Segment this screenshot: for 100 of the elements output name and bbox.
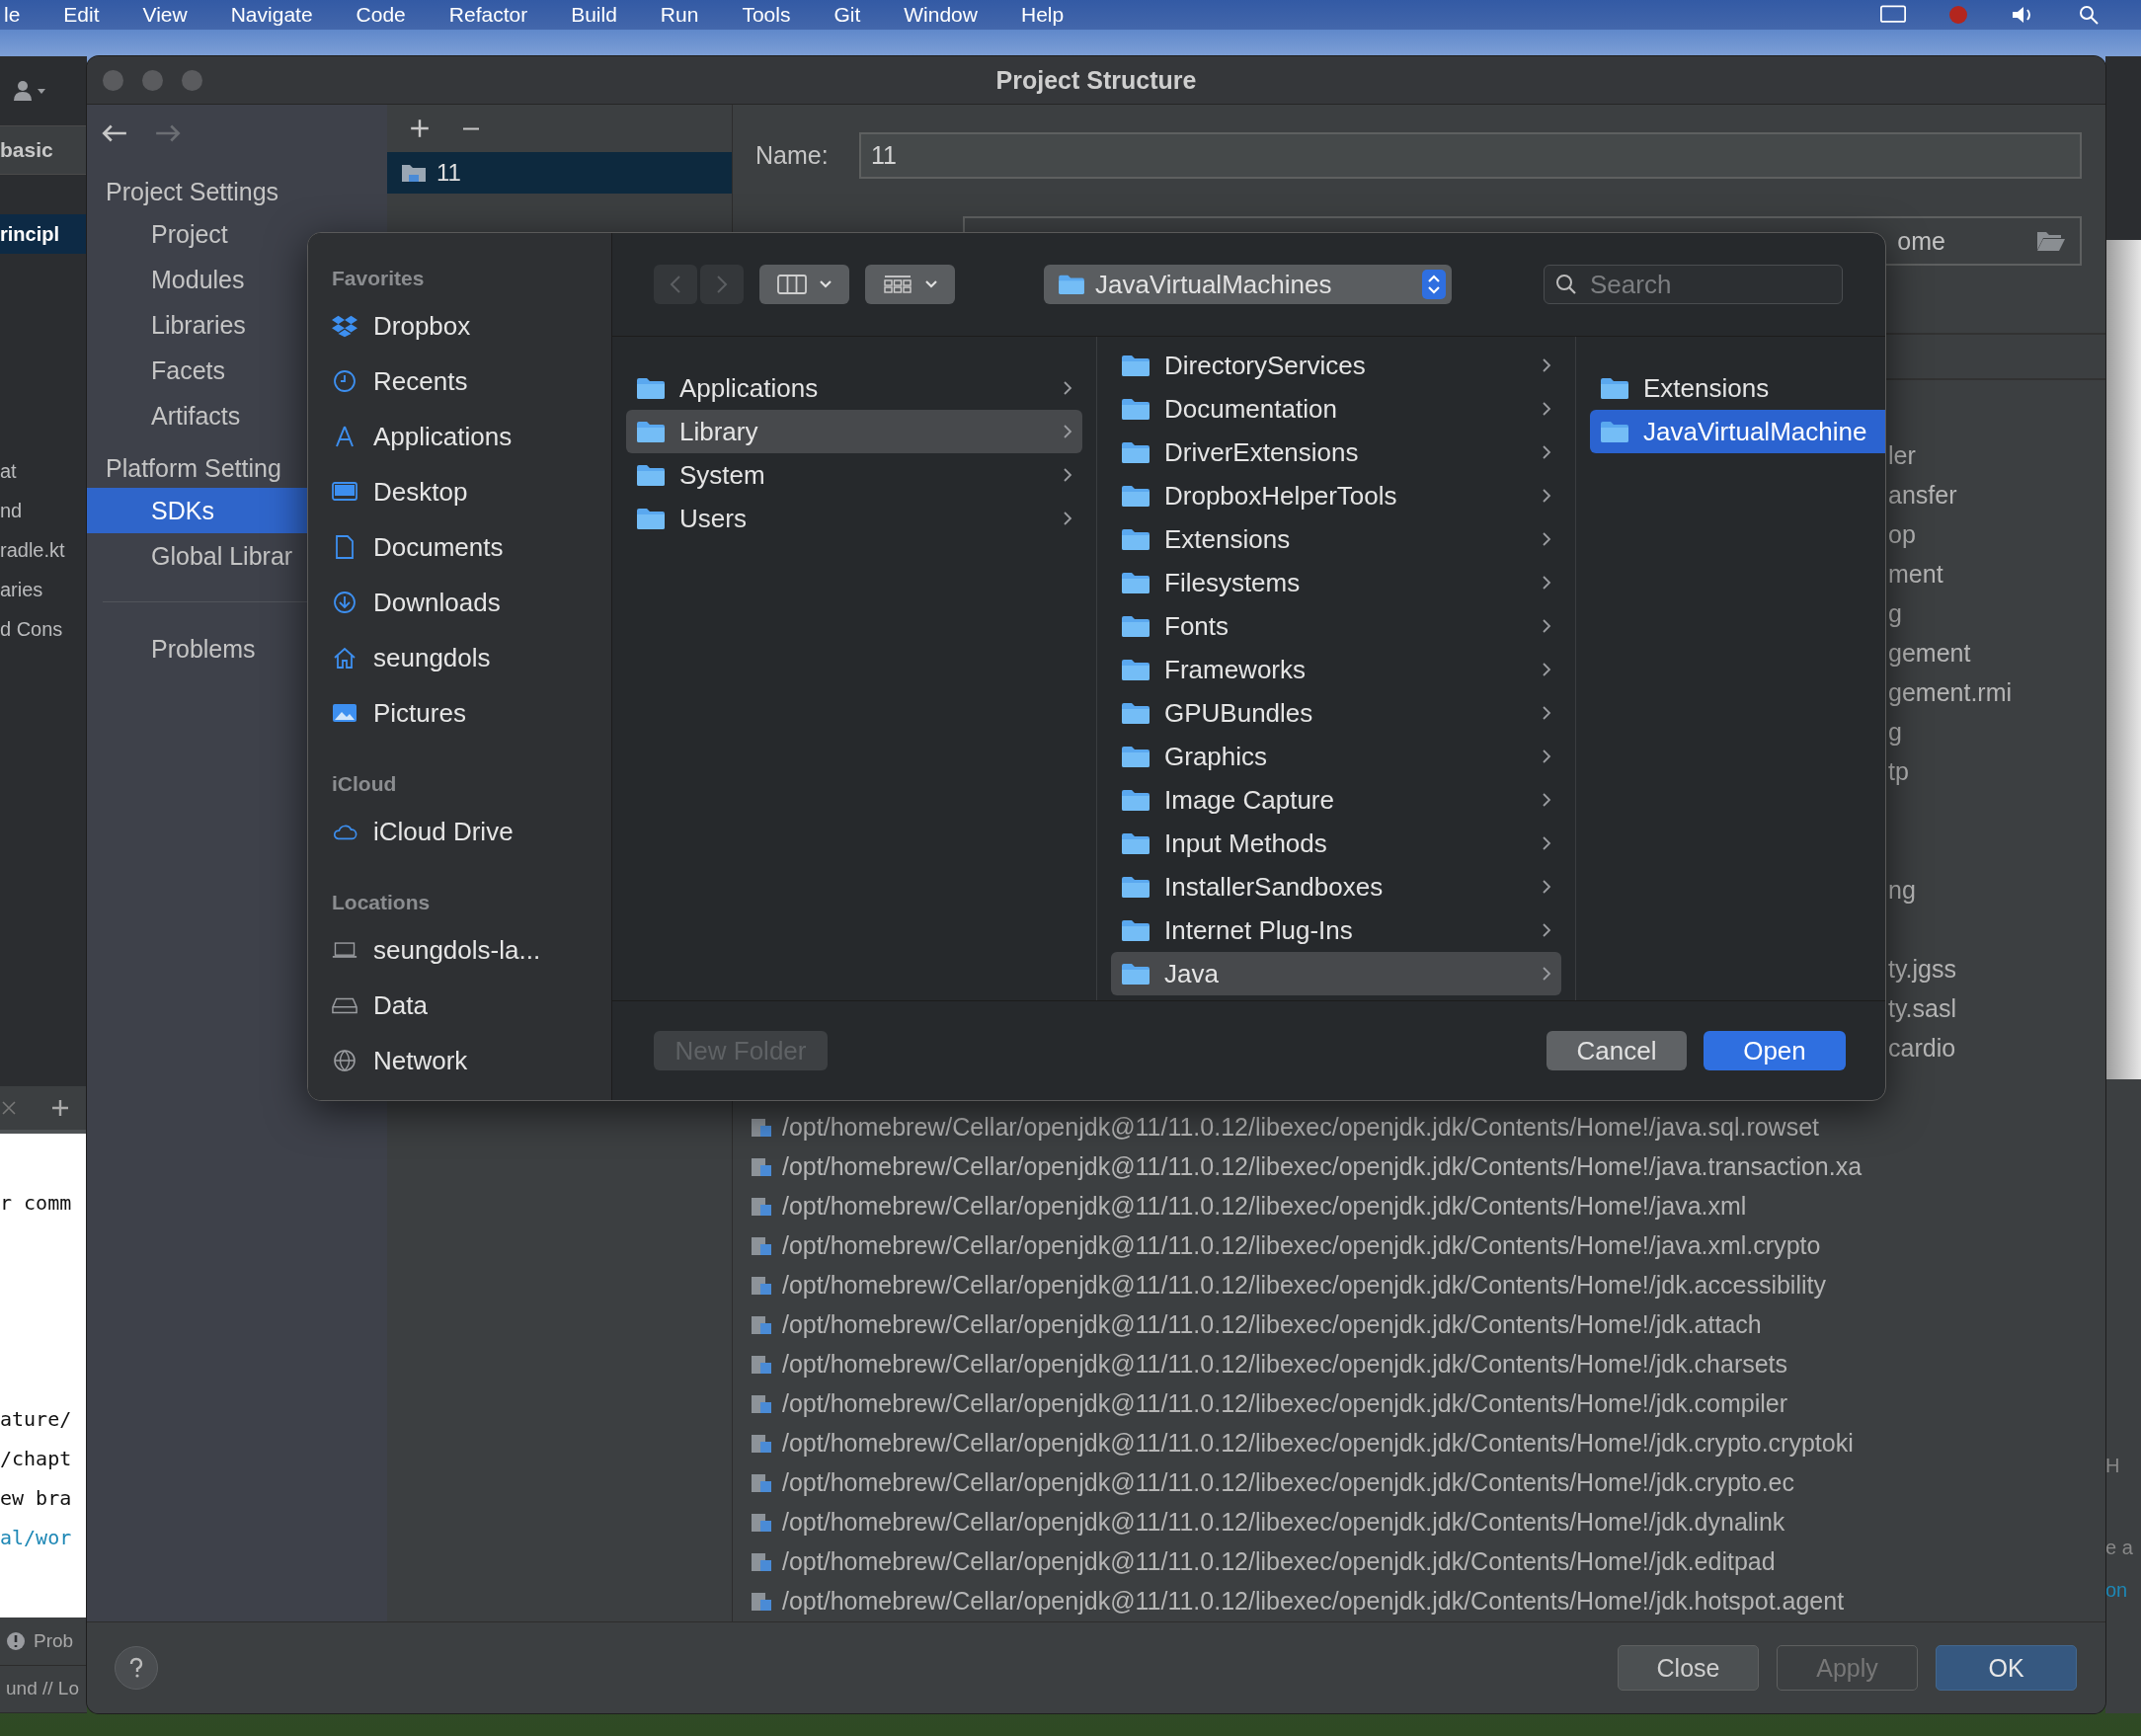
library-icon — [751, 1432, 772, 1454]
menu-item[interactable]: Edit — [63, 3, 100, 27]
sidebar-item[interactable]: iCloud Drive — [308, 804, 611, 859]
chevron-left-icon — [670, 275, 681, 294]
file-browser-item[interactable]: System — [626, 453, 1082, 497]
sidebar-item[interactable]: seungdols — [308, 630, 611, 685]
tree-item[interactable]: rincipl — [0, 214, 87, 254]
folder-icon — [636, 420, 666, 443]
menu-item[interactable]: Tools — [742, 3, 791, 27]
menu-item[interactable]: Help — [1020, 3, 1065, 27]
sidebar-item[interactable]: Dropbox — [308, 298, 611, 354]
caret-down-icon — [923, 279, 938, 289]
user-icon[interactable] — [12, 79, 47, 103]
download-icon — [332, 591, 357, 614]
group-view-button[interactable] — [865, 265, 955, 304]
file-browser-item[interactable]: DirectoryServices — [1111, 344, 1561, 387]
class-path-entry: /opt/homebrew/Cellar/openjdk@11/11.0.12/libexec/openjdk.jdk/Contents/Home!/jdk.charsets — [782, 1349, 1788, 1379]
class-path-entry: g — [1888, 717, 1902, 747]
sidebar-item[interactable]: seungdols-la... — [308, 922, 611, 978]
library-icon — [751, 1550, 772, 1572]
class-path-entry: /opt/homebrew/Cellar/openjdk@11/11.0.12/libexec/openjdk.jdk/Contents/Home!/java.xml.crypto — [782, 1230, 1821, 1260]
dialog-button[interactable]: OK — [1936, 1645, 2077, 1691]
folder-open-icon[interactable] — [2036, 230, 2066, 252]
file-browser-item[interactable]: Filesystems — [1111, 561, 1561, 604]
file-browser-item[interactable]: Internet Plug-Ins — [1111, 908, 1561, 952]
sidebar-item[interactable]: Applications — [308, 409, 611, 464]
file-browser-item[interactable]: Image Capture — [1111, 778, 1561, 822]
menu-item[interactable]: Navigate — [230, 3, 313, 27]
section-header: Project Settings — [105, 177, 280, 207]
help-button[interactable] — [115, 1646, 158, 1690]
file-browser-item[interactable]: Extensions — [1590, 366, 1885, 410]
folder-icon — [1058, 274, 1085, 295]
sidebar-item[interactable]: Recents — [308, 354, 611, 409]
class-path-entry: tp — [1888, 756, 1909, 786]
sidebar-item[interactable]: Pictures — [308, 685, 611, 741]
file-browser-item[interactable]: Input Methods — [1111, 822, 1561, 865]
library-icon — [751, 1313, 772, 1335]
file-browser-item[interactable]: Extensions — [1111, 517, 1561, 561]
tree-item[interactable]: radle.kt — [0, 530, 87, 570]
file-browser-item[interactable]: Fonts — [1111, 604, 1561, 648]
sdk-list-item[interactable]: 11 — [387, 152, 732, 194]
caret-down-icon — [818, 279, 833, 289]
close-icon[interactable] — [2, 1101, 16, 1115]
class-path-entry: /opt/homebrew/Cellar/openjdk@11/11.0.12/libexec/openjdk.jdk/Contents/Home!/java.transaction.xa — [782, 1151, 1863, 1181]
menu-item[interactable]: View — [142, 3, 188, 27]
file-browser-item[interactable]: InstallerSandboxes — [1111, 865, 1561, 908]
menu-item[interactable]: le — [4, 3, 21, 27]
file-browser-item[interactable]: DriverExtensions — [1111, 431, 1561, 474]
menu-item[interactable]: Refactor — [448, 3, 528, 27]
back-arrow-icon[interactable] — [101, 122, 128, 144]
folder-icon — [1121, 918, 1150, 942]
class-path-entry: /opt/homebrew/Cellar/openjdk@11/11.0.12/libexec/openjdk.jdk/Contents/Home!/java.xml — [782, 1191, 1747, 1221]
file-browser-item[interactable]: GPUBundles — [1111, 691, 1561, 735]
class-path-entry: /opt/homebrew/Cellar/openjdk@11/11.0.12/libexec/openjdk.jdk/Contents/Home!/jdk.accessibility — [782, 1270, 1826, 1300]
editor-text: e a — [2105, 1537, 2134, 1559]
search-field[interactable]: Search — [1544, 265, 1843, 304]
tree-item[interactable]: aries — [0, 570, 87, 609]
file-browser-item[interactable]: Graphics — [1111, 735, 1561, 778]
open-button[interactable]: Open — [1704, 1031, 1846, 1070]
code-link[interactable]: al/wor — [0, 1518, 87, 1557]
add-icon[interactable] — [51, 1099, 69, 1117]
tree-item[interactable]: at — [0, 451, 87, 491]
code-line: r comm — [0, 1190, 73, 1217]
file-browser-item[interactable]: Documentation — [1111, 387, 1561, 431]
sidebar-item[interactable]: Network — [308, 1033, 611, 1088]
menu-item[interactable]: Build — [571, 3, 617, 27]
sidebar-item[interactable]: Data — [308, 978, 611, 1033]
column-view-button[interactable] — [759, 265, 849, 304]
menu-item[interactable]: Window — [904, 3, 978, 27]
library-icon — [751, 1155, 772, 1177]
library-icon — [751, 1353, 772, 1375]
menu-item[interactable]: Code — [356, 3, 406, 27]
dialog-button[interactable]: Close — [1618, 1645, 1759, 1691]
class-path-entry: /opt/homebrew/Cellar/openjdk@11/11.0.12/libexec/openjdk.jdk/Contents/Home!/jdk.dynalink — [782, 1507, 1785, 1537]
tool-tab[interactable]: Prob — [34, 1629, 74, 1652]
folder-icon — [1121, 571, 1150, 594]
file-browser-item[interactable]: Applications — [626, 366, 1082, 410]
sidebar-item[interactable]: Downloads — [308, 575, 611, 630]
folder-icon — [1121, 701, 1150, 725]
file-browser-item[interactable]: JavaVirtualMachine — [1590, 410, 1885, 453]
library-icon — [751, 1590, 772, 1612]
file-browser-item[interactable]: Frameworks — [1111, 648, 1561, 691]
name-field[interactable]: 11 — [859, 132, 2082, 179]
file-browser-item[interactable]: Java — [1111, 952, 1561, 995]
folder-icon — [636, 463, 666, 487]
menu-item[interactable]: Run — [660, 3, 699, 27]
menu-item[interactable]: Git — [833, 3, 861, 27]
folder-icon — [1121, 527, 1150, 551]
file-browser-item[interactable]: Users — [626, 497, 1082, 540]
location-popup[interactable]: JavaVirtualMachines — [1044, 265, 1452, 304]
cancel-button[interactable]: Cancel — [1546, 1031, 1687, 1070]
tree-item[interactable]: nd — [0, 491, 87, 530]
section-header: Platform Setting — [105, 453, 282, 484]
file-browser-item[interactable]: Library — [626, 410, 1082, 453]
tree-item[interactable]: d Cons — [0, 609, 87, 649]
code-line: ature/ — [0, 1406, 73, 1433]
sidebar-section-header: iCloud — [331, 771, 398, 797]
monitor-icon[interactable] — [1880, 4, 1906, 26]
plus-icon — [409, 118, 431, 139]
file-browser-item[interactable]: DropboxHelperTools — [1111, 474, 1561, 517]
